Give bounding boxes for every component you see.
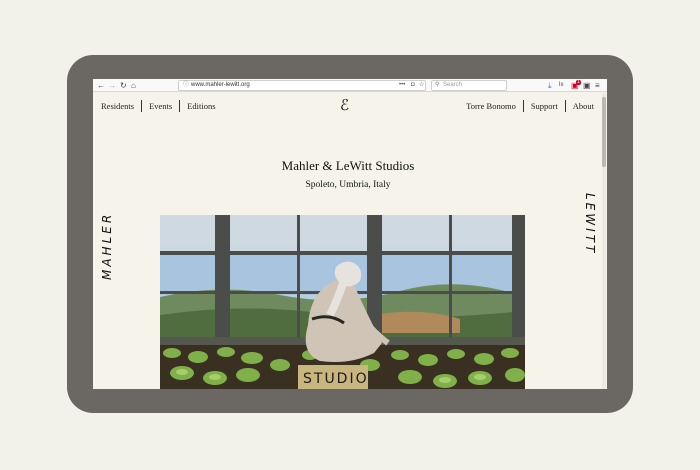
search-bar[interactable]: ⚲ Search [431, 80, 507, 91]
scrollbar-thumb[interactable] [602, 97, 606, 167]
tablet-frame: ← → ↻ ⌂ ⓘ www.mahler-lewitt.org ••• ◘ ☆ … [67, 55, 633, 413]
side-word-lewitt: LEWITT [573, 193, 603, 283]
browser-toolbar: ← → ↻ ⌂ ⓘ www.mahler-lewitt.org ••• ◘ ☆ … [93, 79, 607, 92]
site-logo[interactable]: ℰ [340, 98, 349, 114]
url-text[interactable]: www.mahler-lewitt.org [191, 81, 250, 90]
search-icon: ⚲ [435, 82, 440, 88]
nav-item-about[interactable]: About [564, 100, 601, 112]
page-subtitle: Spoleto, Umbria, Italy [305, 180, 391, 190]
nav-item-editions[interactable]: Editions [179, 100, 222, 112]
library-icon[interactable]: lıı [559, 80, 564, 91]
search-placeholder[interactable]: Search [443, 81, 462, 90]
side-word-mahler: MAHLER [95, 194, 125, 284]
info-icon[interactable]: ⓘ [183, 81, 189, 90]
pocket-icon[interactable]: ◘ [411, 81, 415, 90]
bookmark-star-icon[interactable]: ☆ [419, 81, 424, 90]
notification-badge: 1 [576, 79, 581, 85]
studio-sign-text: STUDIO [303, 371, 369, 387]
nav-item-support[interactable]: Support [522, 100, 565, 112]
nav-item-events[interactable]: Events [141, 100, 179, 112]
hero-photo: STUDIO [160, 215, 525, 389]
nav-left: Residents Events Editions [94, 100, 223, 112]
reload-icon[interactable]: ↻ [120, 80, 127, 91]
side-word-lewitt-text: LEWITT [583, 193, 597, 256]
greenhouse-image: STUDIO [160, 215, 525, 389]
menu-icon[interactable]: ≡ [595, 80, 600, 91]
page-actions-icon[interactable]: ••• [399, 81, 405, 90]
sync-icon[interactable]: ▣ [583, 80, 591, 91]
back-icon[interactable]: ← [97, 80, 105, 91]
page-scrollbar[interactable] [602, 93, 606, 389]
download-icon[interactable]: ⤓ [548, 80, 552, 91]
side-word-mahler-text: MAHLER [100, 211, 114, 280]
page-title: Mahler & LeWitt Studios [281, 158, 415, 173]
url-bar[interactable]: ⓘ www.mahler-lewitt.org ••• ◘ ☆ [178, 80, 426, 91]
forward-icon[interactable]: → [108, 80, 116, 91]
nav-item-residents[interactable]: Residents [94, 100, 141, 112]
nav-right: Torre Bonomo Support About [459, 100, 601, 112]
nav-item-torre-bonomo[interactable]: Torre Bonomo [459, 100, 523, 112]
browser-screen: ← → ↻ ⌂ ⓘ www.mahler-lewitt.org ••• ◘ ☆ … [93, 79, 607, 389]
home-icon[interactable]: ⌂ [131, 80, 136, 91]
